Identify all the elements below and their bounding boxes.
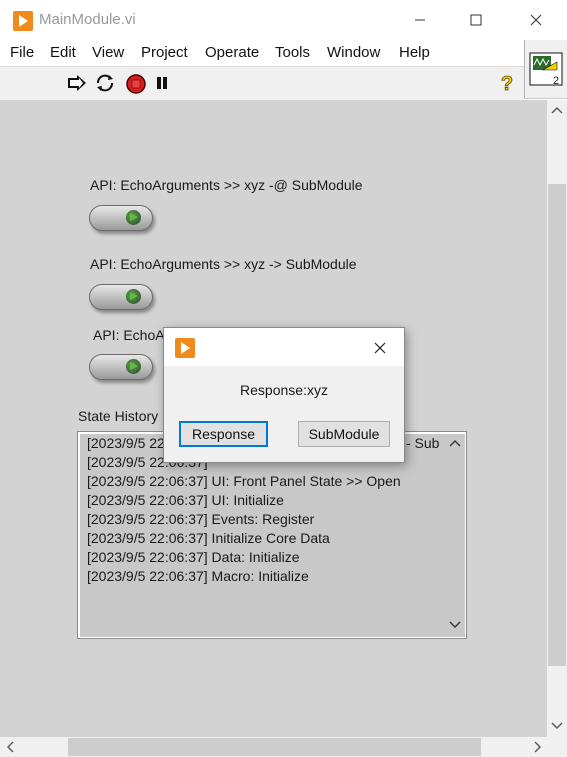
vi-icon-area: 2 xyxy=(524,40,567,99)
history-scrollbar[interactable] xyxy=(445,433,465,637)
minimize-button[interactable] xyxy=(392,0,448,40)
menu-edit[interactable]: Edit xyxy=(50,44,76,61)
api-label-1: API: EchoArguments >> xyz -@ SubModule xyxy=(90,177,363,193)
close-button[interactable] xyxy=(508,0,564,40)
close-icon[interactable] xyxy=(374,342,386,354)
menu-file[interactable]: File xyxy=(10,44,34,61)
history-line: [2023/9/5 22:06:37] UI: Initialize xyxy=(87,492,284,508)
response-dialog: Response:xyz Response SubModule xyxy=(163,327,405,463)
api-button-1[interactable] xyxy=(89,205,153,231)
title-bar: MainModule.vi xyxy=(0,0,567,40)
minimize-icon xyxy=(415,19,425,21)
menu-bar: File Edit View Project Operate Tools Win… xyxy=(0,40,524,66)
scroll-down-icon[interactable] xyxy=(449,621,461,629)
response-button[interactable]: Response xyxy=(179,421,268,447)
scroll-left-icon[interactable] xyxy=(6,741,14,753)
maximize-button[interactable] xyxy=(448,0,504,40)
svg-text:?: ? xyxy=(501,73,513,94)
history-line: [2023/9/5 22:06:37] UI: Front Panel Stat… xyxy=(87,473,401,489)
history-line: [2023/9/5 22:06:37] Events: Register xyxy=(87,511,315,527)
led-indicator xyxy=(126,359,141,374)
run-arrow-icon[interactable] xyxy=(67,75,87,91)
toolbar: ? xyxy=(0,66,524,101)
scroll-right-icon[interactable] xyxy=(534,741,542,753)
maximize-icon xyxy=(470,14,482,26)
scroll-up-icon[interactable] xyxy=(551,106,563,114)
menu-operate[interactable]: Operate xyxy=(205,44,259,61)
scroll-up-icon[interactable] xyxy=(449,439,461,447)
led-indicator xyxy=(126,289,141,304)
history-line: [2023/9/5 22 xyxy=(87,435,165,451)
labview-app-icon xyxy=(13,11,33,31)
menu-window[interactable]: Window xyxy=(327,44,380,61)
scroll-corner xyxy=(547,737,567,757)
context-help-icon[interactable]: ? xyxy=(498,72,516,94)
history-line: [2023/9/5 22:06:37] Data: Initialize xyxy=(87,549,300,565)
menu-help[interactable]: Help xyxy=(399,44,430,61)
dialog-message: Response:xyz xyxy=(240,382,328,398)
vi-icon-number: 2 xyxy=(553,75,560,87)
abort-icon[interactable] xyxy=(126,74,146,94)
horizontal-scroll-thumb[interactable] xyxy=(68,738,481,756)
api-button-2[interactable] xyxy=(89,284,153,310)
history-line: [2023/9/5 22:06:37] Macro: Initialize xyxy=(87,568,309,584)
api-button-3[interactable] xyxy=(89,354,153,380)
menu-tools[interactable]: Tools xyxy=(275,44,310,61)
menu-view[interactable]: View xyxy=(92,44,124,61)
api-label-3: API: EchoA xyxy=(93,327,165,343)
state-history-label: State History xyxy=(78,408,159,424)
dialog-title-bar xyxy=(164,328,404,366)
submodule-button[interactable]: SubModule xyxy=(298,421,390,447)
run-continuously-icon[interactable] xyxy=(95,74,115,92)
window-title: MainModule.vi xyxy=(39,11,136,28)
menu-project[interactable]: Project xyxy=(141,44,188,61)
close-icon xyxy=(530,14,542,26)
vertical-scroll-thumb[interactable] xyxy=(548,184,566,666)
history-line: [2023/9/5 22:06:37] Initialize Core Data xyxy=(87,530,330,546)
scroll-down-icon[interactable] xyxy=(551,722,563,730)
led-indicator xyxy=(126,210,141,225)
api-label-2: API: EchoArguments >> xyz -> SubModule xyxy=(90,256,357,272)
labview-app-icon xyxy=(175,338,195,358)
history-line-suffix: - Sub xyxy=(406,435,440,451)
pause-icon[interactable] xyxy=(155,76,169,90)
